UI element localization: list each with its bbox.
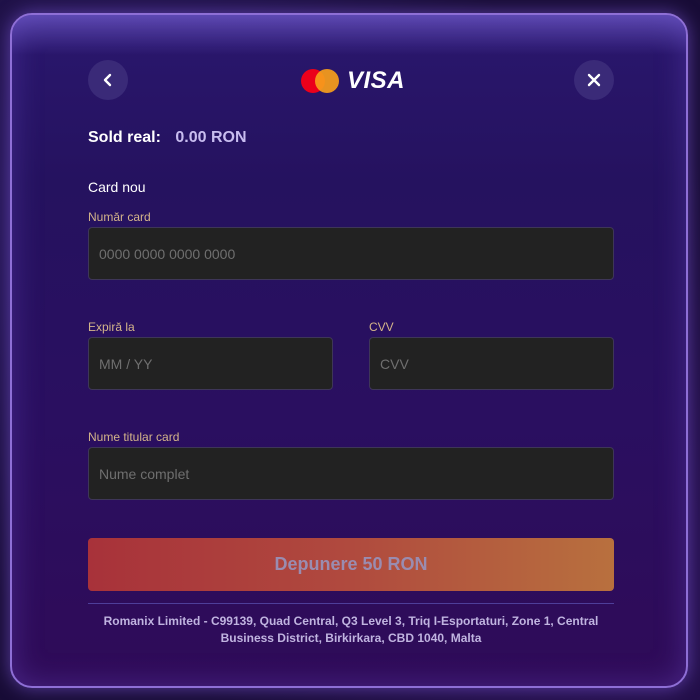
mastercard-logo — [301, 68, 341, 94]
company-footer: Romanix Limited - C99139, Quad Central, … — [103, 614, 599, 645]
card-number-label: Număr card — [88, 210, 151, 224]
cvv-input[interactable] — [369, 337, 614, 390]
deposit-button[interactable]: Depunere 50 RON — [88, 538, 614, 591]
expiry-input[interactable] — [88, 337, 333, 390]
mastercard-orange-circle — [315, 69, 339, 93]
cardholder-label: Nume titular card — [88, 430, 180, 444]
balance-value: 0.00 RON — [175, 129, 247, 146]
close-button[interactable] — [574, 60, 614, 100]
real-balance: Sold real: 0.00 RON — [88, 129, 247, 147]
deposit-modal: VISA Sold real: 0.00 RON Card nou Număr … — [10, 13, 688, 688]
close-icon — [587, 73, 601, 87]
new-card-title: Card nou — [88, 179, 146, 195]
visa-logo: VISA — [347, 67, 406, 94]
footer-divider — [88, 603, 614, 604]
expiry-label: Expiră la — [88, 320, 135, 334]
card-number-input[interactable] — [88, 227, 614, 280]
cvv-label: CVV — [369, 320, 394, 334]
balance-label: Sold real: — [88, 129, 161, 146]
cardholder-input[interactable] — [88, 447, 614, 500]
payment-logos: VISA — [301, 67, 405, 95]
chevron-left-icon — [103, 73, 112, 87]
back-button[interactable] — [88, 60, 128, 100]
